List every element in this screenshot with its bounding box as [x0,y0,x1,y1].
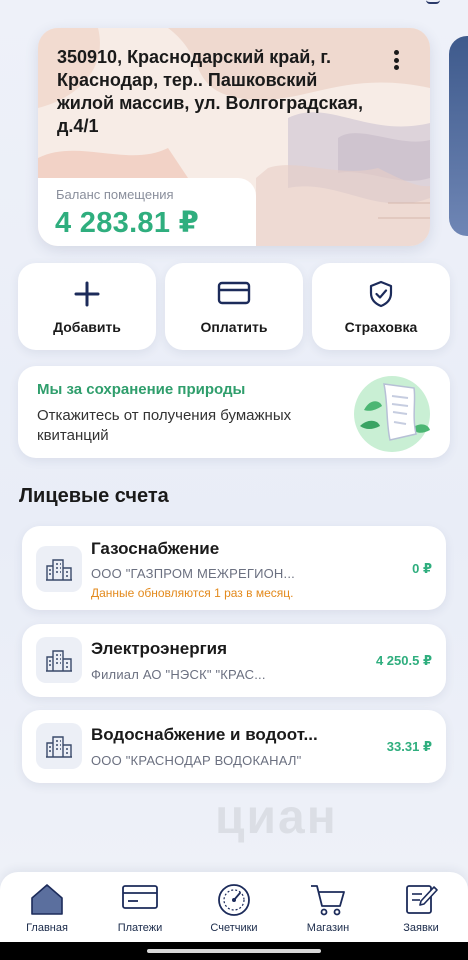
pay-button[interactable]: Оплатить [165,263,303,350]
eco-banner-text: Откажитесь от получения бумажных квитанц… [37,407,292,444]
account-org: ООО "ГАЗПРОМ МЕЖРЕГИОН... [91,566,295,581]
nav-meters[interactable]: Счетчики [194,872,274,942]
shopping-cart-icon [311,885,345,916]
property-card[interactable]: 350910, Краснодарский край, г. Краснодар… [38,28,430,246]
account-amount: 0 ₽ [412,561,432,576]
bottom-navigation: Главная Платежи Счетчики Магазин Заявки [0,872,468,942]
account-name: Водоснабжение и водоот... [91,725,318,744]
nav-home[interactable]: Главная [7,872,87,942]
account-amount: 4 250.5 ₽ [375,653,432,668]
home-gesture-handle[interactable] [147,949,321,953]
add-button[interactable]: Добавить [18,263,156,350]
payments-card-icon [122,885,158,909]
building-icon [36,546,82,592]
account-amount: 33.31 ₽ [386,739,432,754]
nav-shop-label: Магазин [306,922,350,934]
credit-card-icon [217,281,251,305]
nav-meters-label: Счетчики [210,922,258,934]
meter-gauge-icon [218,884,250,916]
add-button-label: Добавить [53,319,121,335]
account-update-note: Данные обновляются 1 раз в месяц. [91,586,294,600]
building-icon [36,637,82,683]
account-name: Электроэнергия [91,639,228,658]
eco-banner[interactable]: Мы за сохранение природы Откажитесь от п… [18,366,450,458]
quick-actions: Добавить Оплатить Страховка [18,263,450,350]
request-edit-icon [406,885,438,914]
shield-check-icon [369,280,393,308]
accounts-section-title: Лицевые счета [19,485,169,507]
home-icon [31,884,63,915]
account-org: Филиал АО "НЭСК" "КРАС... [91,667,266,682]
account-card-electricity[interactable]: Электроэнергия Филиал АО "НЭСК" "КРАС...… [22,624,446,697]
status-indicator [426,0,440,4]
balance-box: Баланс помещения 4 283.81 ₽ [38,178,256,246]
account-name: Газоснабжение [91,539,220,558]
next-property-card-peek[interactable] [449,36,468,236]
balance-value: 4 283.81 ₽ [55,207,200,239]
nav-payments[interactable]: Платежи [100,872,180,942]
account-card-water[interactable]: Водоснабжение и водоот... ООО "КРАСНОДАР… [22,710,446,783]
property-address: 350910, Краснодарский край, г. Краснодар… [57,47,363,136]
nav-requests-label: Заявки [403,922,439,934]
watermark: циан [215,791,338,844]
nav-home-label: Главная [26,922,68,934]
pay-button-label: Оплатить [200,319,268,335]
account-card-gas[interactable]: Газоснабжение ООО "ГАЗПРОМ МЕЖРЕГИОН... … [22,526,446,610]
building-icon [36,723,82,769]
insurance-button-label: Страховка [344,319,418,335]
more-options-icon[interactable] [388,48,404,72]
system-navigation-bar [0,942,468,960]
balance-label: Баланс помещения [56,187,174,202]
nav-payments-label: Платежи [117,922,163,934]
account-org: ООО "КРАСНОДАР ВОДОКАНАЛ" [91,753,302,768]
nav-shop[interactable]: Магазин [288,872,368,942]
nav-requests[interactable]: Заявки [381,872,461,942]
paper-receipt-leaves-icon [354,376,430,452]
insurance-button[interactable]: Страховка [312,263,450,350]
plus-icon [74,281,100,307]
eco-banner-title: Мы за сохранение природы [37,381,246,398]
